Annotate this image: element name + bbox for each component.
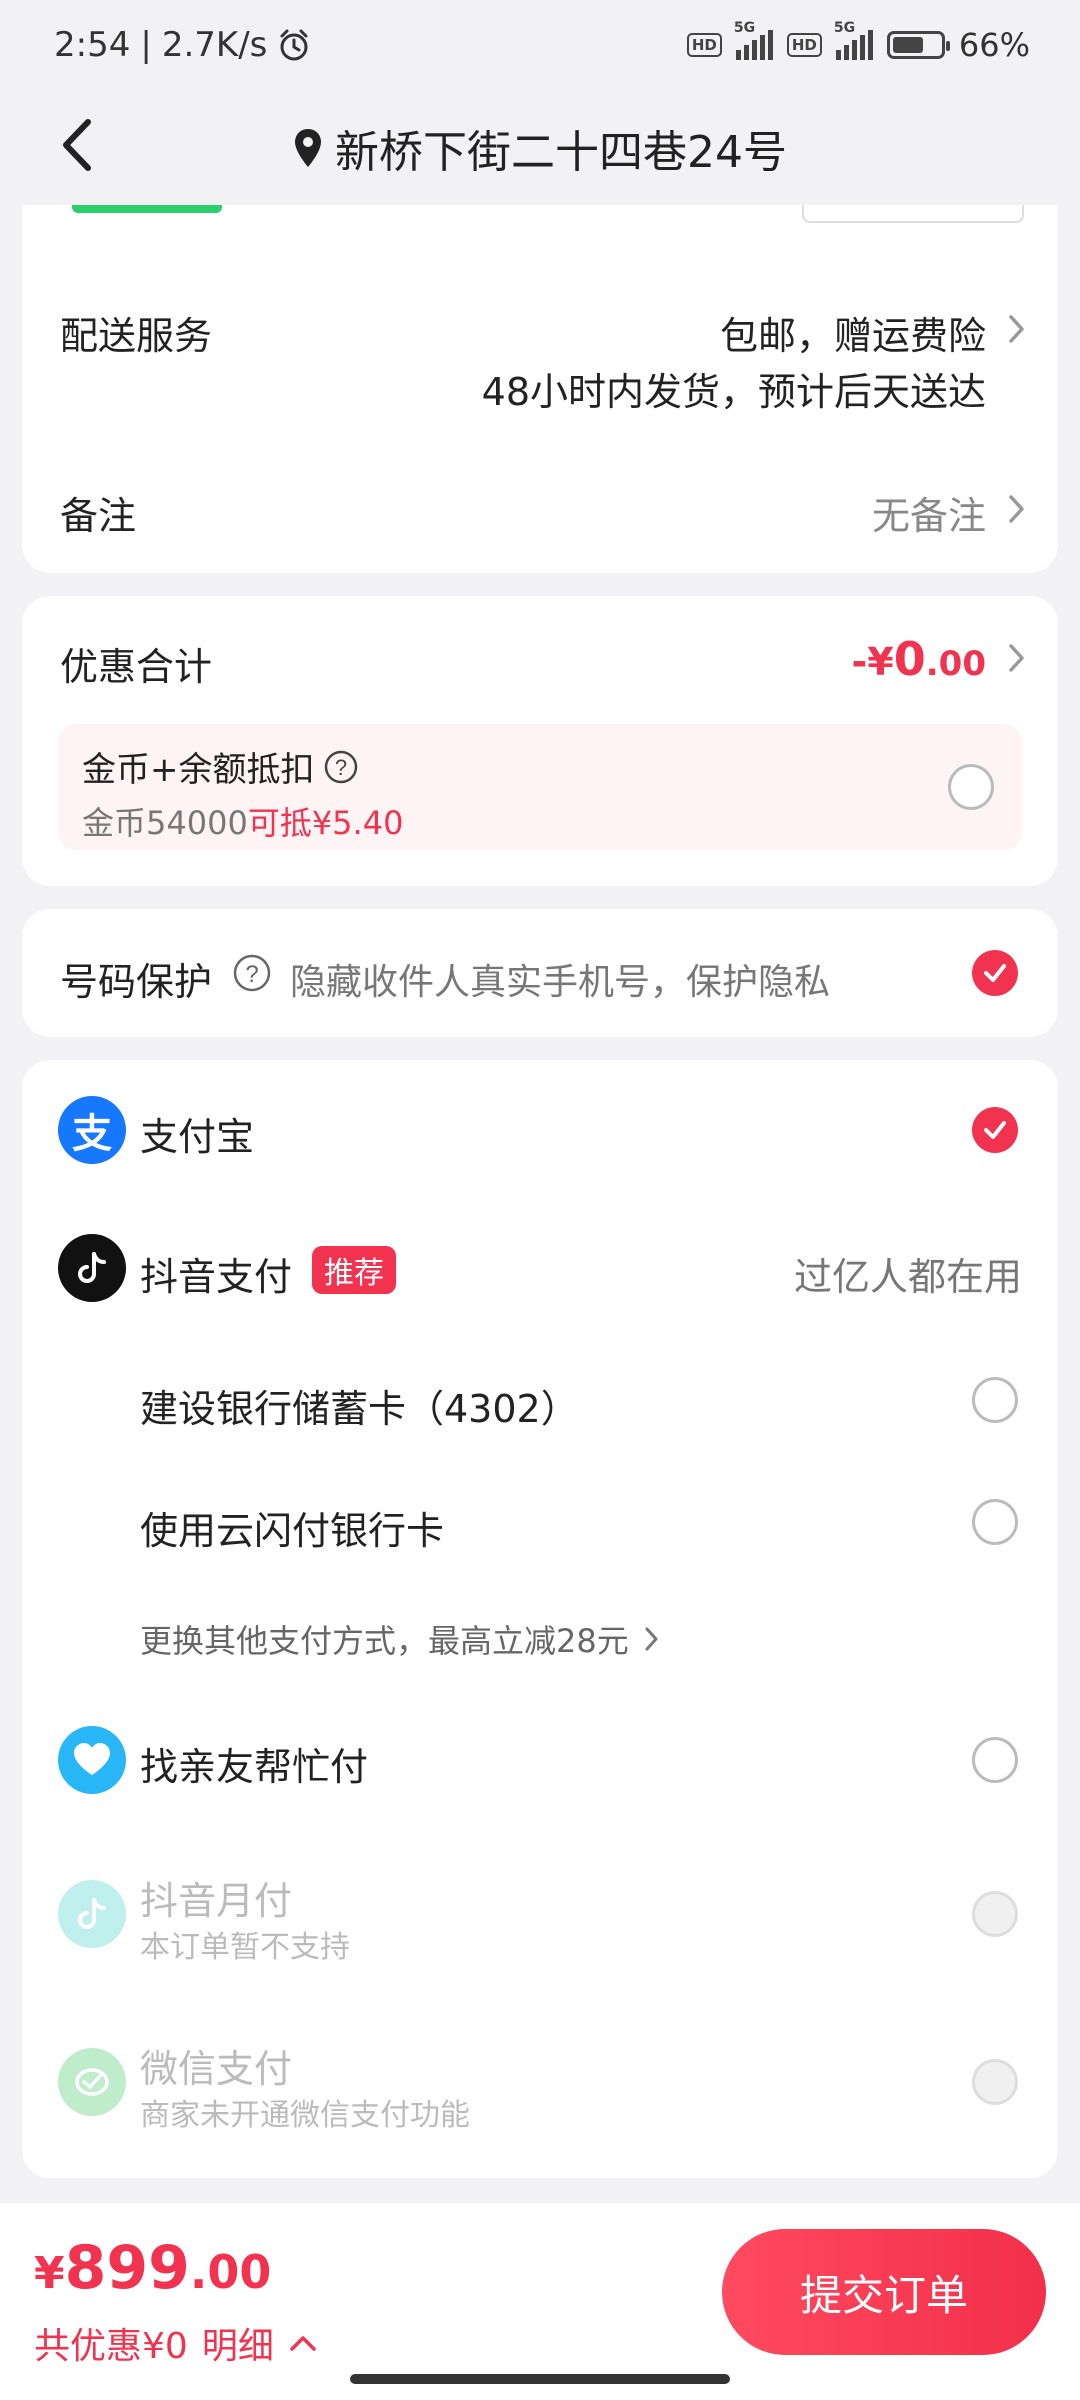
address-text: 新桥下街二十四巷24号 xyxy=(335,126,787,178)
wechat-pay-radio xyxy=(972,2059,1018,2105)
alarm-icon xyxy=(280,29,308,61)
delivery-value-line1[interactable]: 包邮，赠运费险 xyxy=(720,305,986,360)
svg-text:?: ? xyxy=(334,755,346,780)
friend-pay-label[interactable]: 找亲友帮忙付 xyxy=(140,1736,368,1791)
saving-text: 共优惠¥0 xyxy=(34,2326,188,2367)
discount-prefix: -¥ xyxy=(851,640,894,684)
hd-icon-2: HD xyxy=(786,33,822,57)
douyin-monthly-label: 抖音月付 xyxy=(140,1879,293,1923)
status-bar: 2:54 | 2.7K/s HD 5G HD 5G 66% xyxy=(0,0,1080,90)
douyin-recommend-badge: 推荐 xyxy=(312,1246,396,1294)
privacy-desc: 隐藏收件人真实手机号，保护隐私 xyxy=(290,962,831,1003)
home-indicator[interactable] xyxy=(350,2374,730,2384)
wechat-check-icon xyxy=(75,2068,109,2096)
unionpay-label[interactable]: 使用云闪付银行卡 xyxy=(140,1500,444,1555)
privacy-checkbox[interactable] xyxy=(972,950,1018,996)
discount-card: 优惠合计 -¥0.00 金币+余额抵扣 ? 金币54000可抵¥5.40 xyxy=(22,596,1058,886)
payment-card: 支 支付宝 抖音支付 推荐 过亿人都在用 建设银行储蓄卡（4302） 使用云闪付… xyxy=(22,1060,1058,2178)
svg-text:?: ? xyxy=(245,961,258,988)
delivery-chevron-icon[interactable] xyxy=(1006,311,1028,347)
signal-icon-2: 5G xyxy=(834,20,873,60)
ccb-card-label[interactable]: 建设银行储蓄卡（4302） xyxy=(140,1378,579,1433)
discount-chevron-icon[interactable] xyxy=(1006,640,1028,676)
status-time: 2:54 xyxy=(54,25,131,65)
back-arrow-icon[interactable] xyxy=(50,110,110,180)
price-symbol: ¥ xyxy=(34,2248,65,2299)
coin-title-text: 金币+余额抵扣 xyxy=(82,750,315,790)
discount-label: 优惠合计 xyxy=(60,645,213,689)
douyin-pay-label[interactable]: 抖音支付 xyxy=(140,1246,292,1301)
detail-text: 明细 xyxy=(201,2326,274,2367)
douyin-note-icon xyxy=(78,1252,106,1283)
more-payment-link[interactable]: 更换其他支付方式，最高立减28元 xyxy=(140,1616,661,1662)
remark-chevron-icon[interactable] xyxy=(1006,491,1028,527)
remark-value[interactable]: 无备注 xyxy=(872,485,986,540)
price-int: 899 xyxy=(64,2233,190,2303)
total-price: ¥899.00 xyxy=(34,2233,271,2303)
coin-title: 金币+余额抵扣 ? xyxy=(82,742,359,791)
delivery-label: 配送服务 xyxy=(60,314,213,358)
douyin-note-icon xyxy=(78,1898,106,1929)
status-divider: | xyxy=(140,25,152,65)
hd-icon: HD xyxy=(686,33,722,57)
status-right: HD 5G HD 5G 66% xyxy=(686,20,1030,64)
alipay-icon: 支 xyxy=(58,1096,126,1164)
privacy-card: 号码保护 ? 隐藏收件人真实手机号，保护隐私 xyxy=(22,909,1058,1037)
battery-percent: 66% xyxy=(958,26,1030,64)
order-info-card: 配送服务 包邮，赠运费险 48小时内发货，预计后天送达 备注 无备注 xyxy=(22,205,1058,573)
help-icon[interactable]: ? xyxy=(323,749,359,785)
douyin-monthly-radio xyxy=(972,1891,1018,1937)
coin-balance: 金币54000 xyxy=(82,804,248,842)
checkout-bar: ¥899.00 共优惠¥0 明细 提交订单 xyxy=(0,2202,1080,2400)
page-header: 新桥下街二十四巷24号 xyxy=(0,90,1080,205)
more-payment-text: 更换其他支付方式，最高立减28元 xyxy=(140,1622,629,1660)
heart-icon xyxy=(74,1743,110,1775)
alipay-label[interactable]: 支付宝 xyxy=(140,1106,254,1161)
discount-dec: .00 xyxy=(925,644,986,684)
douyin-note: 过亿人都在用 xyxy=(793,1255,1022,1299)
wechat-pay-icon xyxy=(58,2048,126,2116)
ccb-card-radio[interactable] xyxy=(972,1377,1018,1423)
battery-fill xyxy=(892,37,923,53)
signal-icon: 5G xyxy=(734,20,773,60)
submit-order-button[interactable]: 提交订单 xyxy=(722,2229,1046,2355)
saving-detail[interactable]: 共优惠¥0 明细 xyxy=(34,2317,318,2369)
coin-deduct-amount: 可抵¥5.40 xyxy=(247,804,404,842)
product-remnant xyxy=(72,205,222,213)
more-chevron-icon xyxy=(645,1627,658,1651)
privacy-label: 号码保护 xyxy=(60,960,213,1004)
coin-deduction-box[interactable]: 金币+余额抵扣 ? 金币54000可抵¥5.40 xyxy=(58,724,1022,850)
discount-int: 0 xyxy=(893,632,926,686)
location-pin-icon xyxy=(295,128,321,167)
wechat-pay-label: 微信支付 xyxy=(140,2047,293,2091)
discount-value[interactable]: -¥0.00 xyxy=(852,632,986,686)
quantity-stepper-remnant xyxy=(802,205,1024,223)
coin-radio[interactable] xyxy=(948,764,994,810)
coin-desc: 金币54000可抵¥5.40 xyxy=(82,798,403,844)
price-dec: .00 xyxy=(189,2245,272,2299)
status-net-speed: 2.7K/s xyxy=(161,25,268,65)
battery-icon xyxy=(886,31,950,59)
chevron-up-icon xyxy=(290,2336,316,2351)
delivery-value-line2: 48小时内发货，预计后天送达 xyxy=(481,370,986,414)
friend-pay-radio[interactable] xyxy=(972,1737,1018,1783)
douyin-pay-icon xyxy=(58,1234,126,1302)
remark-label: 备注 xyxy=(60,494,137,538)
unionpay-radio[interactable] xyxy=(972,1499,1018,1545)
alipay-checkbox[interactable] xyxy=(972,1107,1018,1153)
address-title[interactable]: 新桥下街二十四巷24号 xyxy=(293,116,787,180)
privacy-help-icon[interactable]: ? xyxy=(232,953,272,993)
check-icon xyxy=(984,964,1006,982)
status-left: 2:54 | 2.7K/s xyxy=(54,25,311,65)
douyin-monthly-note: 本订单暂不支持 xyxy=(140,1930,350,1965)
douyin-monthly-icon xyxy=(58,1880,126,1948)
check-icon xyxy=(984,1121,1006,1139)
friend-pay-icon xyxy=(58,1726,126,1794)
wechat-pay-note: 商家未开通微信支付功能 xyxy=(140,2098,470,2133)
